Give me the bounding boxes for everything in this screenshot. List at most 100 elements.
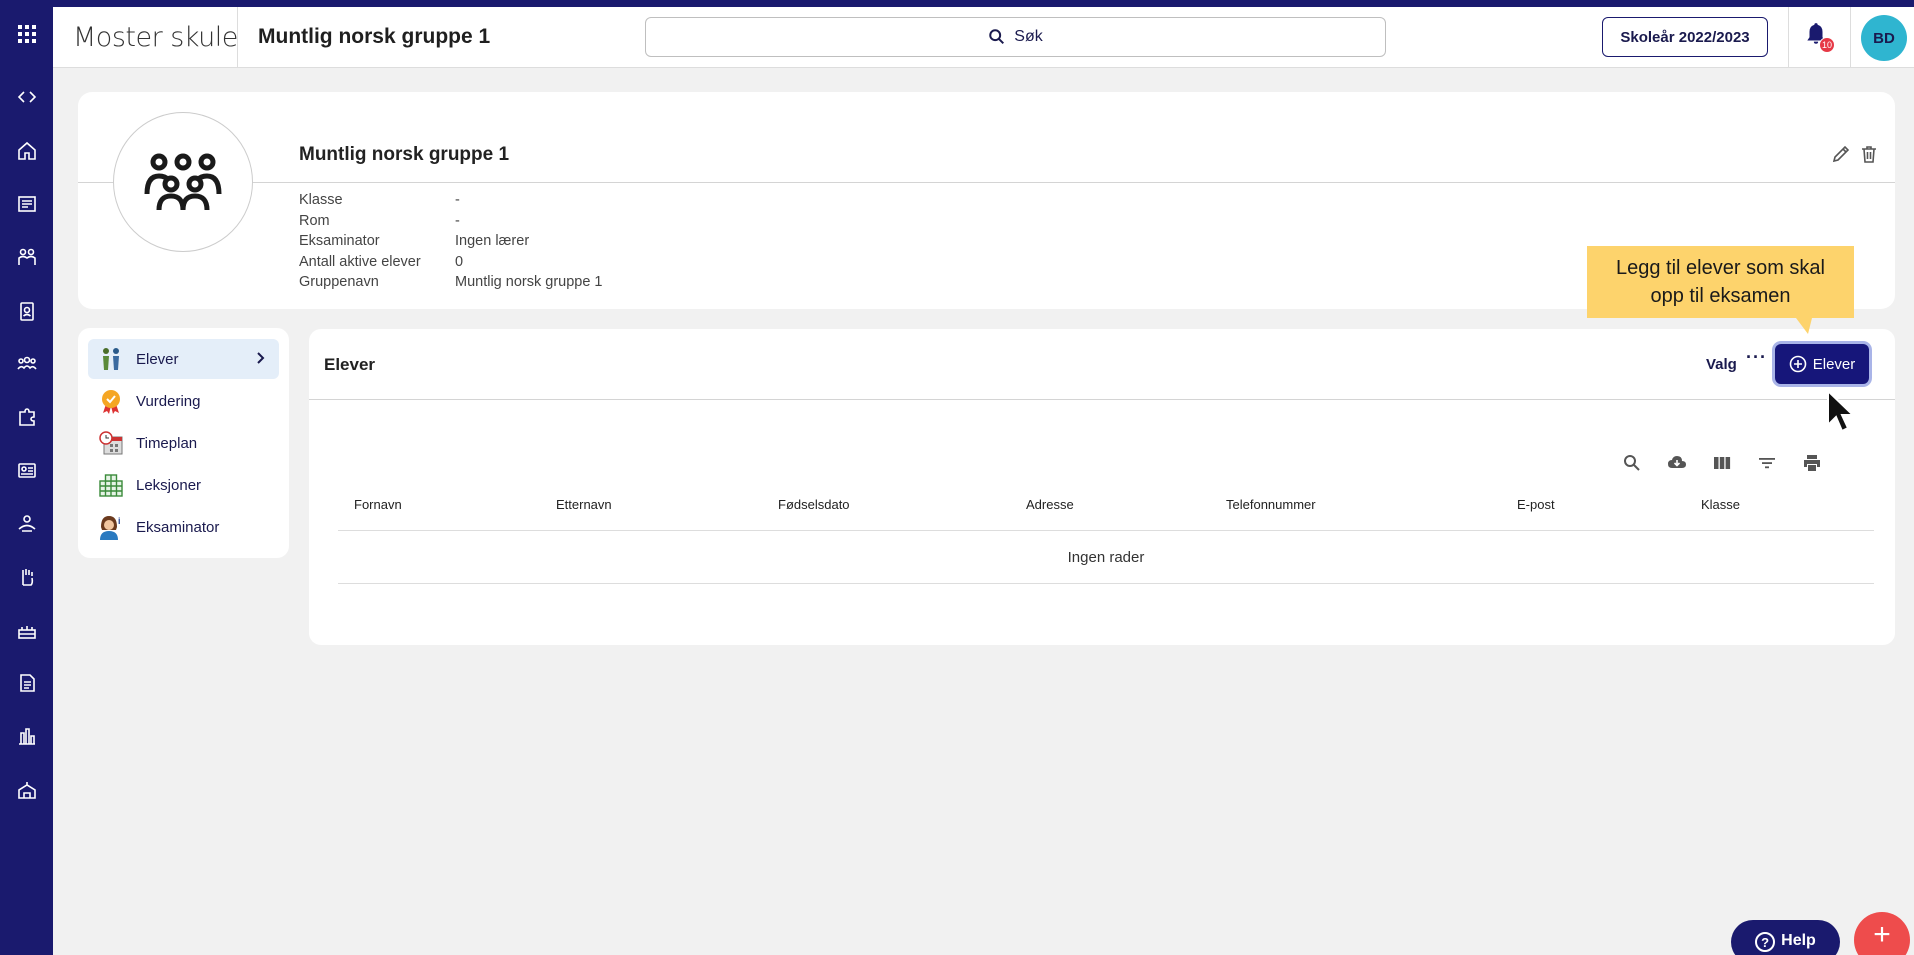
left-rail — [0, 0, 53, 955]
info-row: Gruppenavn Muntlig norsk gruppe 1 — [299, 272, 603, 293]
menu-item-eksaminator[interactable]: i Eksaminator — [88, 507, 279, 547]
add-students-button[interactable]: Elever — [1775, 344, 1869, 384]
puzzle-icon — [18, 408, 35, 426]
group-people-icon — [144, 153, 222, 211]
table-toolbar — [1622, 453, 1822, 478]
column-header[interactable]: Etternavn — [556, 478, 612, 531]
search-icon — [989, 29, 1005, 45]
divider — [237, 7, 238, 67]
school-year-button[interactable]: Skoleår 2022/2023 — [1602, 17, 1768, 57]
cloud-download-icon — [1668, 456, 1686, 468]
delete-button[interactable] — [1859, 144, 1879, 169]
search-icon — [1624, 455, 1640, 471]
columns-button[interactable] — [1712, 453, 1732, 478]
help-button[interactable]: ? Help — [1731, 920, 1840, 955]
divider — [309, 399, 1895, 400]
menu-item-leksjoner[interactable]: Leksjoner — [88, 465, 279, 505]
org-name[interactable]: Moster skule — [73, 7, 238, 67]
valg-button[interactable]: Valg — [1706, 356, 1737, 373]
rail-cake[interactable] — [0, 610, 53, 650]
cake-icon — [17, 626, 36, 639]
rail-teacher[interactable] — [0, 503, 53, 543]
calendar-clock-icon — [98, 430, 124, 456]
panel-title: Elever — [324, 355, 376, 374]
rail-hand[interactable] — [0, 557, 53, 597]
filter-button[interactable] — [1757, 453, 1777, 478]
help-label: Help — [1781, 932, 1816, 949]
chevron-right-icon — [257, 352, 265, 364]
page-title: Muntlig norsk gruppe 1 — [258, 25, 491, 48]
column-header[interactable]: Telefonnummer — [1226, 478, 1316, 531]
info-row: Eksaminator Ingen lærer — [299, 231, 603, 252]
rail-puzzle[interactable] — [0, 397, 53, 437]
info-value: - — [455, 192, 460, 209]
rail-exam[interactable] — [0, 450, 53, 490]
menu-item-vurdering[interactable]: Vurdering — [88, 381, 279, 421]
column-header[interactable]: Klasse — [1701, 478, 1740, 531]
column-header[interactable]: E-post — [1517, 478, 1555, 531]
print-button[interactable] — [1802, 453, 1822, 478]
menu-item-label: Leksjoner — [136, 476, 202, 494]
rail-groups[interactable] — [0, 237, 53, 277]
exam-icon — [17, 463, 36, 478]
info-label: Eksaminator — [299, 233, 380, 250]
menu-item-timeplan[interactable]: Timeplan — [88, 423, 279, 463]
rail-home[interactable] — [0, 131, 53, 171]
column-header[interactable]: Fornavn — [354, 478, 402, 531]
info-value: 0 — [455, 253, 464, 270]
empty-table-message: Ingen rader — [338, 531, 1874, 584]
apps-grid-icon — [17, 25, 36, 43]
badge-icon — [19, 302, 34, 321]
edit-button[interactable] — [1831, 144, 1851, 169]
menu-item-label: Elever — [136, 350, 179, 368]
rail-document[interactable] — [0, 663, 53, 703]
avatar[interactable]: BD — [1861, 15, 1907, 61]
columns-icon — [1714, 457, 1731, 469]
guide-tooltip: Legg til elever som skal opp til eksamen — [1587, 246, 1854, 318]
rail-community[interactable] — [0, 344, 53, 384]
column-header[interactable]: Fødselsdato — [778, 478, 850, 531]
menu-item-label: Timeplan — [136, 434, 198, 452]
more-options-button[interactable]: ··· — [1746, 347, 1767, 368]
add-fab-button[interactable]: + — [1854, 912, 1910, 955]
code-chevrons-icon — [17, 91, 36, 103]
table-header: Fornavn Etternavn Fødselsdato Adresse Te… — [338, 478, 1874, 531]
rail-idcard[interactable] — [0, 291, 53, 331]
newspaper-icon — [17, 196, 36, 212]
info-row: Antall aktive elever 0 — [299, 252, 603, 273]
divider — [78, 182, 1895, 183]
info-label: Rom — [299, 212, 330, 229]
people-icon — [17, 248, 36, 265]
rail-school[interactable] — [0, 770, 53, 810]
bar-chart-icon — [18, 728, 35, 745]
notifications-button[interactable]: 10 — [1803, 21, 1837, 55]
column-header[interactable]: Adresse — [1026, 478, 1074, 531]
export-button[interactable] — [1667, 453, 1687, 478]
group-name: Muntlig norsk gruppe 1 — [299, 144, 510, 165]
search-input[interactable]: Søk — [645, 17, 1386, 57]
divider — [1850, 7, 1851, 67]
plus-circle-icon — [1789, 355, 1807, 373]
info-value: - — [455, 212, 460, 229]
group-avatar — [113, 112, 253, 252]
menu-item-label: Eksaminator — [136, 518, 220, 536]
grid-icon — [98, 472, 124, 498]
apps-menu-button[interactable] — [0, 0, 53, 68]
examiner-icon: i — [98, 514, 124, 540]
table-search-button[interactable] — [1622, 453, 1642, 478]
menu-item-elever[interactable]: Elever — [88, 339, 279, 379]
trash-icon — [1862, 146, 1876, 163]
group-info: Klasse - Rom - Eksaminator Ingen lærer Anta… — [299, 190, 603, 293]
search-label: Søk — [1014, 28, 1043, 45]
info-row: Klasse - — [299, 190, 603, 211]
rail-expand-button[interactable] — [0, 77, 53, 117]
school-icon — [17, 782, 36, 799]
profile-actions — [1831, 144, 1879, 169]
rail-stats[interactable] — [0, 716, 53, 756]
menu-item-label: Vurdering — [136, 392, 201, 410]
notification-badge: 10 — [1819, 37, 1835, 53]
info-row: Rom - — [299, 211, 603, 232]
rail-news[interactable] — [0, 184, 53, 224]
printer-icon — [1804, 455, 1820, 471]
community-icon — [16, 356, 37, 370]
